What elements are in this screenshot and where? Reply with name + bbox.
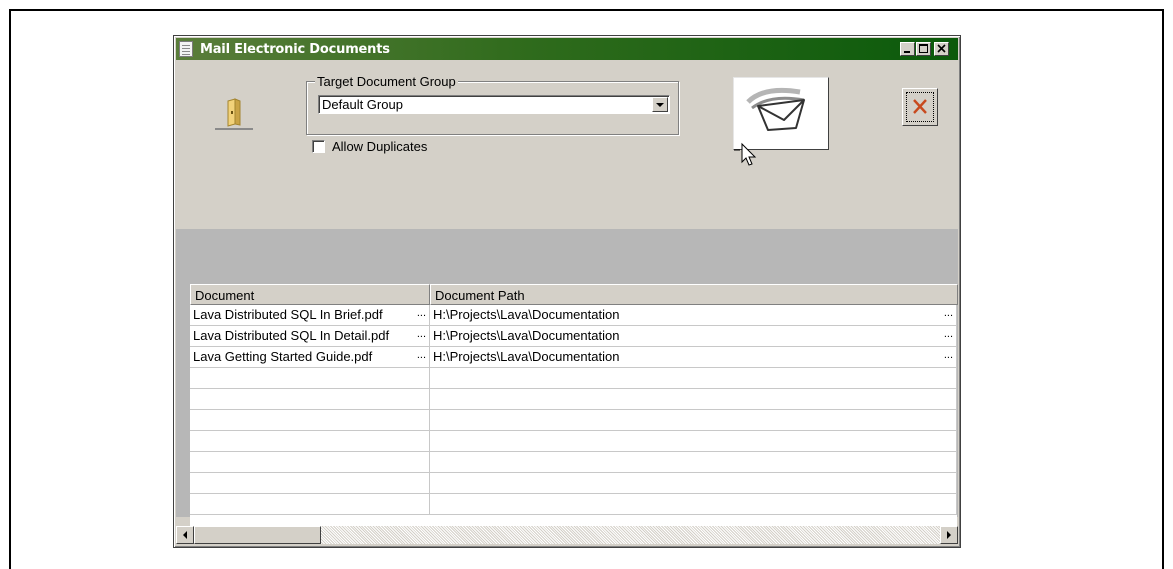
- maximize-icon: [919, 44, 928, 53]
- document-cell[interactable]: [190, 368, 430, 389]
- browse-ellipsis-button[interactable]: ...: [417, 307, 426, 319]
- browse-folder-button[interactable]: [215, 97, 253, 131]
- window-title: Mail Electronic Documents: [200, 42, 390, 57]
- column-header-path[interactable]: Document Path: [430, 284, 958, 305]
- allow-duplicates-label: Allow Duplicates: [332, 139, 428, 154]
- browse-ellipsis-button[interactable]: ...: [944, 349, 953, 361]
- browse-ellipsis-button[interactable]: ...: [944, 328, 953, 340]
- document-path: H:\Projects\Lava\Documentation: [433, 349, 620, 364]
- close-x-icon: [913, 99, 927, 114]
- browse-ellipsis-button[interactable]: ...: [944, 307, 953, 319]
- scroll-right-button[interactable]: [940, 526, 958, 544]
- document-cell[interactable]: [190, 452, 430, 473]
- document-name: Lava Distributed SQL In Brief.pdf: [193, 307, 383, 322]
- path-cell[interactable]: [430, 368, 957, 389]
- app-icon: [179, 41, 193, 57]
- document-cell[interactable]: [190, 410, 430, 431]
- dropdown-button[interactable]: [652, 97, 668, 112]
- browse-ellipsis-button[interactable]: ...: [417, 328, 426, 340]
- allow-duplicates-checkbox[interactable]: [312, 140, 325, 153]
- folder-icon: [215, 98, 253, 130]
- minimize-button[interactable]: [900, 42, 915, 56]
- document-cell[interactable]: [190, 473, 430, 494]
- scroll-track[interactable]: [321, 526, 940, 544]
- close-window-button[interactable]: [934, 42, 949, 56]
- mail-documents-window: Mail Electronic Documents Target Documen…: [173, 35, 961, 548]
- mouse-pointer-icon: [734, 142, 757, 166]
- path-cell[interactable]: H:\Projects\Lava\Documentation...: [430, 326, 957, 347]
- path-cell[interactable]: [430, 389, 957, 410]
- document-cell[interactable]: [190, 431, 430, 452]
- close-icon: [937, 44, 946, 53]
- scroll-left-button[interactable]: [176, 526, 194, 544]
- chevron-down-icon: [656, 103, 664, 107]
- document-cell[interactable]: [190, 389, 430, 410]
- document-cell[interactable]: [190, 494, 430, 515]
- document-cell[interactable]: Lava Distributed SQL In Detail.pdf...: [190, 326, 430, 347]
- arrow-left-icon: [183, 531, 187, 539]
- path-cell[interactable]: [430, 473, 957, 494]
- title-bar[interactable]: Mail Electronic Documents: [176, 38, 958, 60]
- target-group-label: Target Document Group: [315, 74, 458, 89]
- scroll-thumb[interactable]: [194, 526, 321, 544]
- column-header-document[interactable]: Document: [190, 284, 430, 305]
- document-group-select[interactable]: Default Group: [318, 95, 670, 114]
- document-name: Lava Distributed SQL In Detail.pdf: [193, 328, 390, 343]
- document-cell[interactable]: Lava Distributed SQL In Brief.pdf...: [190, 305, 430, 326]
- selected-group: Default Group: [322, 97, 403, 112]
- document-path: H:\Projects\Lava\Documentation: [433, 328, 620, 343]
- document-cell[interactable]: Lava Getting Started Guide.pdf...: [190, 347, 430, 368]
- path-cell[interactable]: [430, 410, 957, 431]
- minimize-icon: [904, 51, 910, 53]
- path-cell[interactable]: [430, 494, 957, 515]
- document-name: Lava Getting Started Guide.pdf: [193, 349, 373, 364]
- horizontal-scrollbar[interactable]: [176, 526, 958, 544]
- maximize-button[interactable]: [916, 42, 931, 56]
- documents-grid[interactable]: Document Document Path Lava Distributed …: [190, 284, 958, 529]
- path-cell[interactable]: [430, 431, 957, 452]
- path-cell[interactable]: H:\Projects\Lava\Documentation...: [430, 347, 957, 368]
- arrow-right-icon: [947, 531, 951, 539]
- browse-ellipsis-button[interactable]: ...: [417, 349, 426, 361]
- document-path: H:\Projects\Lava\Documentation: [433, 307, 620, 322]
- close-button[interactable]: [902, 88, 938, 126]
- path-cell[interactable]: [430, 452, 957, 473]
- path-cell[interactable]: H:\Projects\Lava\Documentation...: [430, 305, 957, 326]
